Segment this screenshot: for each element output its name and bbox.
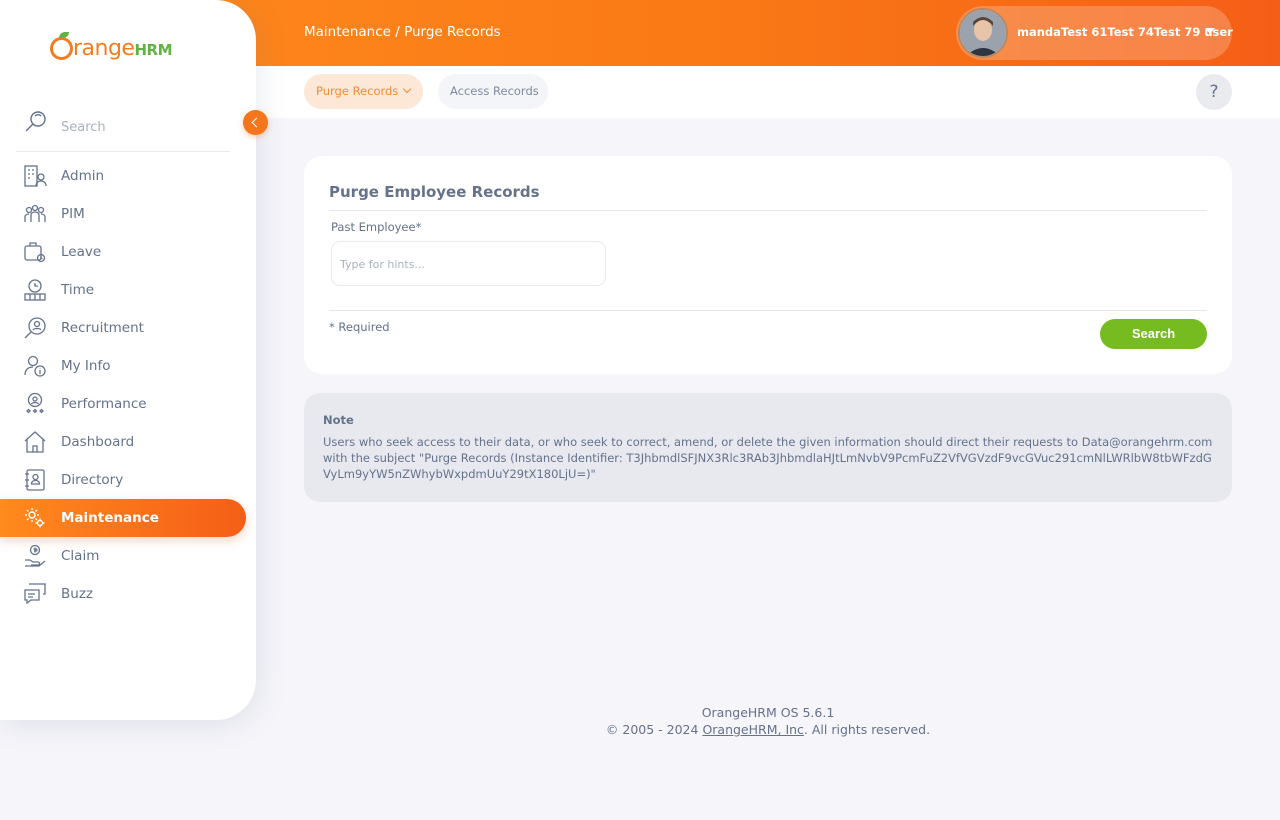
time-icon xyxy=(24,279,46,301)
tab-label: Access Records xyxy=(450,84,539,98)
user-name[interactable]: mandaTest 61Test 74Test 79 user xyxy=(1017,25,1233,39)
sidebar-item-directory[interactable]: Directory xyxy=(0,461,246,499)
copyright-suffix: . All rights reserved. xyxy=(803,722,931,737)
note-panel: Note Users who seek access to their data… xyxy=(304,393,1232,502)
sidebar-item-label: Admin xyxy=(61,168,105,184)
purge-form-card: Purge Employee Records Past Employee* Ty… xyxy=(304,156,1232,374)
sidebar-item-label: Recruitment xyxy=(61,320,144,336)
logo-text-suffix: HRM xyxy=(134,41,173,59)
maintenance-icon xyxy=(25,508,45,528)
footer-copyright: © 2005 - 2024 OrangeHRM, Inc. All rights… xyxy=(256,721,1280,738)
my-info-icon xyxy=(24,355,46,377)
logo-o-icon xyxy=(50,37,73,60)
sidebar-item-label: Dashboard xyxy=(61,434,135,450)
required-note: * Required xyxy=(329,320,390,334)
sidebar-item-pim[interactable]: PIM xyxy=(0,195,246,233)
footer-version: OrangeHRM OS 5.6.1 xyxy=(701,705,835,720)
chevron-down-icon xyxy=(403,84,412,94)
sub-navigation: Purge Records Access Records ? xyxy=(256,66,1280,118)
caret-down-icon[interactable] xyxy=(1205,28,1215,34)
user-menu[interactable]: mandaTest 61Test 74Test 79 user xyxy=(956,6,1233,60)
help-button[interactable]: ? xyxy=(1196,74,1232,110)
sidebar-item-label: My Info xyxy=(61,358,111,374)
sidebar-item-label: Maintenance xyxy=(61,510,159,526)
sidebar-item-recruitment[interactable]: Recruitment xyxy=(0,309,246,347)
sidebar-item-label: PIM xyxy=(61,206,85,222)
logo-text: range xyxy=(73,36,135,61)
sidebar-item-leave[interactable]: Leave xyxy=(0,233,246,271)
sidebar-item-label: Buzz xyxy=(61,586,93,602)
sidebar-item-label: Time xyxy=(61,282,95,298)
footer: OrangeHRM OS 5.6.1 © 2005 - 2024 OrangeH… xyxy=(256,704,1280,738)
past-employee-label: Past Employee* xyxy=(331,220,422,234)
sidebar-item-label: Performance xyxy=(61,396,147,412)
tab-access-records[interactable]: Access Records xyxy=(438,74,548,109)
buzz-icon xyxy=(24,583,46,605)
admin-icon xyxy=(24,165,47,187)
sidebar: rangeHRM Search Admin PIM Leave Time Rec… xyxy=(0,0,268,720)
directory-icon xyxy=(25,469,45,491)
note-title: Note xyxy=(323,413,354,427)
leave-icon xyxy=(24,242,46,263)
sidebar-item-performance[interactable]: Performance xyxy=(0,385,246,423)
logo-leaf-icon xyxy=(59,32,69,38)
sidebar-item-buzz[interactable]: Buzz xyxy=(0,575,246,613)
sidebar-item-label: Leave xyxy=(61,244,102,260)
past-employee-input[interactable]: Type for hints... xyxy=(331,241,606,286)
breadcrumb: Maintenance / Purge Records xyxy=(304,24,501,40)
performance-icon xyxy=(26,392,44,414)
tab-purge-records[interactable]: Purge Records xyxy=(304,74,423,109)
company-link[interactable]: OrangeHRM, Inc xyxy=(702,722,803,737)
page-title: Purge Employee Records xyxy=(329,183,540,201)
search-button[interactable]: Search xyxy=(1100,319,1207,349)
sidebar-item-label: Claim xyxy=(61,548,100,564)
pim-icon xyxy=(24,204,46,222)
note-body: Users who seek access to their data, or … xyxy=(323,435,1213,481)
collapse-sidebar-button[interactable] xyxy=(243,110,268,135)
sidebar-item-time[interactable]: Time xyxy=(0,271,246,309)
divider xyxy=(329,310,1207,311)
divider xyxy=(329,210,1207,211)
tab-label: Purge Records xyxy=(316,84,399,98)
dashboard-icon xyxy=(24,431,46,453)
search-icon xyxy=(25,111,46,132)
orangehrm-logo[interactable]: rangeHRM xyxy=(50,32,180,66)
copyright-prefix: © 2005 - 2024 xyxy=(605,722,703,737)
sidebar-search[interactable]: Search xyxy=(16,104,230,152)
sidebar-item-admin[interactable]: Admin xyxy=(0,157,246,195)
recruitment-icon xyxy=(24,317,46,339)
search-input[interactable]: Search xyxy=(61,120,106,135)
sidebar-item-maintenance[interactable]: Maintenance xyxy=(0,499,246,537)
avatar[interactable] xyxy=(958,8,1008,58)
sidebar-item-label: Directory xyxy=(61,472,124,488)
claim-icon xyxy=(25,544,46,567)
sidebar-item-dashboard[interactable]: Dashboard xyxy=(0,423,246,461)
sidebar-item-my-info[interactable]: My Info xyxy=(0,347,246,385)
sidebar-item-claim[interactable]: Claim xyxy=(0,537,246,575)
